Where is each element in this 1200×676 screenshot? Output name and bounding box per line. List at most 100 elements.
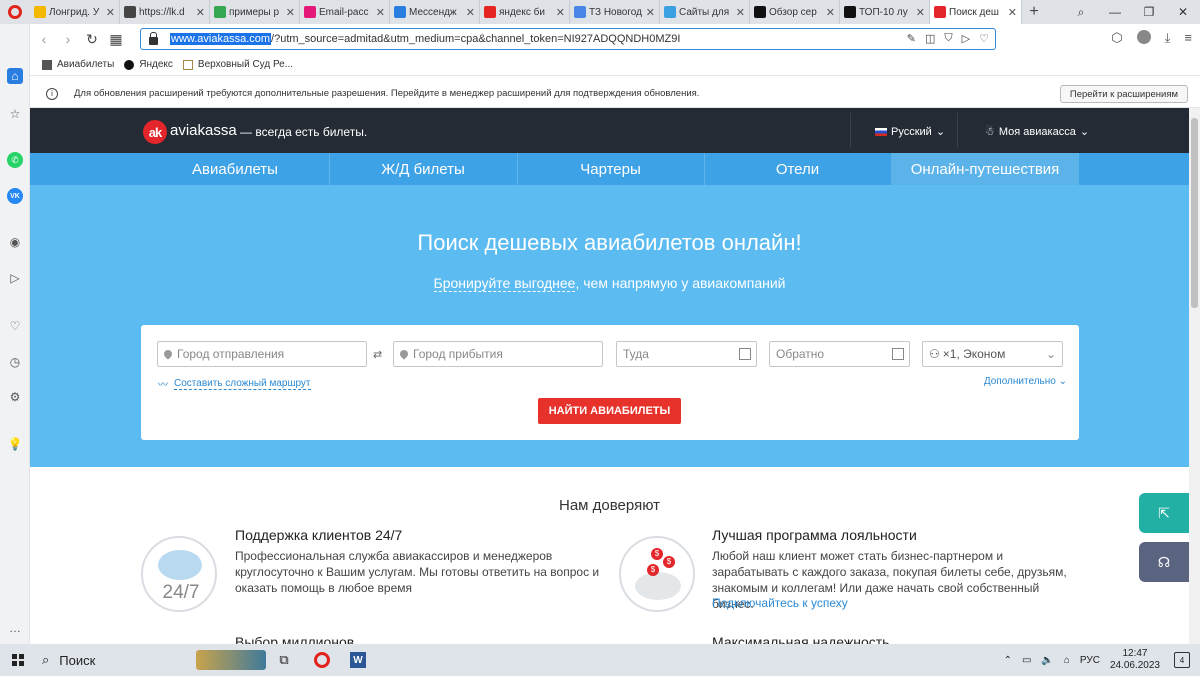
- address-row: ‹ › ↻ ▦ www.aviakassa.com/?utm_source=ad…: [30, 24, 1200, 54]
- nav-hotels[interactable]: Отели: [704, 153, 891, 185]
- browser-tab[interactable]: Email-расс ✕: [300, 0, 390, 24]
- loyalty-link[interactable]: Подключайтесь к успеху: [712, 596, 848, 610]
- player-icon[interactable]: ◉: [7, 234, 23, 250]
- tab-close-icon[interactable]: ✕: [286, 6, 295, 19]
- tab-close-icon[interactable]: ✕: [646, 6, 655, 19]
- to-city-input[interactable]: Город прибытия: [393, 341, 603, 367]
- page-scrollbar[interactable]: [1189, 108, 1200, 644]
- depart-date-input[interactable]: Туда: [616, 341, 757, 367]
- send-icon[interactable]: ▷: [7, 270, 23, 286]
- send-page-icon[interactable]: ▷: [962, 32, 970, 45]
- battery-icon[interactable]: ▭: [1022, 655, 1031, 666]
- tab-close-icon[interactable]: ✕: [736, 6, 745, 19]
- edit-icon[interactable]: ✎: [907, 32, 916, 45]
- nav-charters[interactable]: Чартеры: [517, 153, 704, 185]
- support-headset-button[interactable]: ☊: [1139, 542, 1189, 582]
- go-to-extensions-button[interactable]: Перейти к расширениям: [1059, 85, 1188, 103]
- network-icon[interactable]: ⌂: [1064, 655, 1070, 666]
- more-options-link[interactable]: Дополнительно ⌄: [984, 376, 1067, 387]
- nav-flights[interactable]: Авиабилеты: [141, 153, 329, 185]
- browser-tab[interactable]: https://lk.d ✕: [120, 0, 210, 24]
- language-selector[interactable]: Русский ⌄: [875, 125, 945, 138]
- notifications-icon[interactable]: 4: [1174, 652, 1190, 668]
- tab-close-icon[interactable]: ✕: [196, 6, 205, 19]
- chat-widget-button[interactable]: ⇱: [1139, 493, 1189, 533]
- minimize-button[interactable]: —: [1098, 0, 1132, 24]
- language-indicator[interactable]: РУС: [1080, 655, 1100, 666]
- scrollbar-thumb[interactable]: [1191, 118, 1198, 308]
- opera-menu-button[interactable]: [0, 0, 30, 24]
- more-icon[interactable]: …: [7, 620, 23, 636]
- downloads-icon[interactable]: ⤓: [1165, 30, 1171, 46]
- shield-icon[interactable]: ⛉: [944, 32, 952, 45]
- star-icon[interactable]: ☆: [7, 106, 23, 122]
- windows-start-icon[interactable]: [12, 654, 24, 666]
- tab-grid-icon[interactable]: ▦: [104, 31, 128, 48]
- return-date-input[interactable]: Обратно: [769, 341, 910, 367]
- logo-text[interactable]: aviakassa: [170, 122, 237, 139]
- tab-close-icon[interactable]: ✕: [466, 6, 475, 19]
- settings-icon[interactable]: ⚙: [7, 389, 23, 405]
- forward-button[interactable]: ›: [56, 31, 80, 47]
- camera-icon[interactable]: ◫: [925, 32, 935, 45]
- clock[interactable]: 12:47 24.06.2023: [1110, 648, 1160, 672]
- tab-close-icon[interactable]: ✕: [916, 6, 925, 19]
- account-menu[interactable]: ☃ Моя авиакасса ⌄: [985, 125, 1089, 139]
- browser-tab[interactable]: Обзор сер ✕: [750, 0, 840, 24]
- heart-icon[interactable]: ♡: [7, 318, 23, 334]
- reload-button[interactable]: ↻: [80, 31, 104, 48]
- tips-icon[interactable]: 💡: [7, 436, 23, 452]
- chevron-up-icon[interactable]: ⌃: [1004, 655, 1012, 666]
- whatsapp-icon[interactable]: ✆: [7, 152, 23, 168]
- home-icon[interactable]: ⌂: [7, 68, 23, 84]
- tab-close-icon[interactable]: ✕: [826, 6, 835, 19]
- url-host: www.aviakassa.com: [170, 33, 272, 45]
- browser-tab[interactable]: примеры р ✕: [210, 0, 300, 24]
- widgets-icon[interactable]: [196, 650, 266, 670]
- swap-cities-icon[interactable]: ⇄: [373, 348, 382, 361]
- task-view-icon[interactable]: ⧉: [272, 650, 296, 670]
- tab-label: Поиск деш: [949, 6, 999, 18]
- tab-close-icon[interactable]: ✕: [556, 6, 565, 19]
- from-city-input[interactable]: Город отправления: [157, 341, 367, 367]
- main-nav: Авиабилеты Ж/Д билеты Чартеры Отели Онла…: [30, 153, 1189, 185]
- bookmark-yandex[interactable]: Яндекс: [124, 59, 173, 70]
- find-tickets-button[interactable]: НАЙТИ АВИАБИЛЕТЫ: [538, 398, 681, 424]
- back-button[interactable]: ‹: [32, 31, 56, 47]
- heart-bookmark-icon[interactable]: ♡: [979, 32, 989, 45]
- bookmark-aviabilety[interactable]: Авиабилеты: [42, 59, 114, 70]
- browser-tab[interactable]: Лонгрид. У ✕: [30, 0, 120, 24]
- aviakassa-logo-icon[interactable]: ak: [143, 120, 167, 144]
- address-bar[interactable]: www.aviakassa.com/?utm_source=admitad&ut…: [140, 28, 996, 50]
- taskbar-search[interactable]: ⌕ Поиск: [34, 644, 194, 676]
- complex-route-link[interactable]: 〰 Составить сложный маршрут: [158, 376, 311, 391]
- new-tab-button[interactable]: +: [1022, 0, 1046, 24]
- tab-close-icon[interactable]: ✕: [1008, 6, 1017, 19]
- browser-tab[interactable]: Поиск деш ✕: [930, 0, 1022, 24]
- bookmark-court[interactable]: Верховный Суд Ре...: [182, 59, 293, 70]
- cube-icon[interactable]: ⬡: [1111, 30, 1122, 46]
- nav-trains[interactable]: Ж/Д билеты: [329, 153, 517, 185]
- browser-tab[interactable]: яндекс би ✕: [480, 0, 570, 24]
- passengers-select[interactable]: ⚇ ×1, Эконом ⌄: [922, 341, 1063, 367]
- word-taskbar-icon[interactable]: W: [346, 650, 370, 670]
- restore-button[interactable]: ❐: [1132, 0, 1166, 24]
- browser-tab[interactable]: ТОП-10 лу ✕: [840, 0, 930, 24]
- hero-section: Поиск дешевых авиабилетов онлайн! Бронир…: [30, 185, 1189, 467]
- close-window-button[interactable]: ✕: [1166, 0, 1200, 24]
- browser-tab[interactable]: Мессендж ✕: [390, 0, 480, 24]
- browser-tab[interactable]: ТЗ Новогод ✕: [570, 0, 660, 24]
- search-tabs-icon[interactable]: ⌕: [1064, 0, 1098, 24]
- tab-close-icon[interactable]: ✕: [376, 6, 385, 19]
- menu-icon[interactable]: ≡: [1184, 30, 1192, 46]
- vk-icon[interactable]: VK: [7, 188, 23, 204]
- feature-text-support: Профессиональная служба авиакассиров и м…: [235, 549, 600, 595]
- tab-close-icon[interactable]: ✕: [106, 6, 115, 19]
- nav-online-travel[interactable]: Онлайн-путешествия: [891, 153, 1079, 185]
- history-icon[interactable]: ◷: [7, 354, 23, 370]
- profile-avatar[interactable]: [1136, 30, 1151, 44]
- browser-tab[interactable]: Сайты для ✕: [660, 0, 750, 24]
- volume-icon[interactable]: 🔈: [1041, 655, 1053, 666]
- book-cheaper-link[interactable]: Бронируйте выгоднее: [433, 275, 576, 292]
- opera-taskbar-icon[interactable]: [310, 650, 334, 670]
